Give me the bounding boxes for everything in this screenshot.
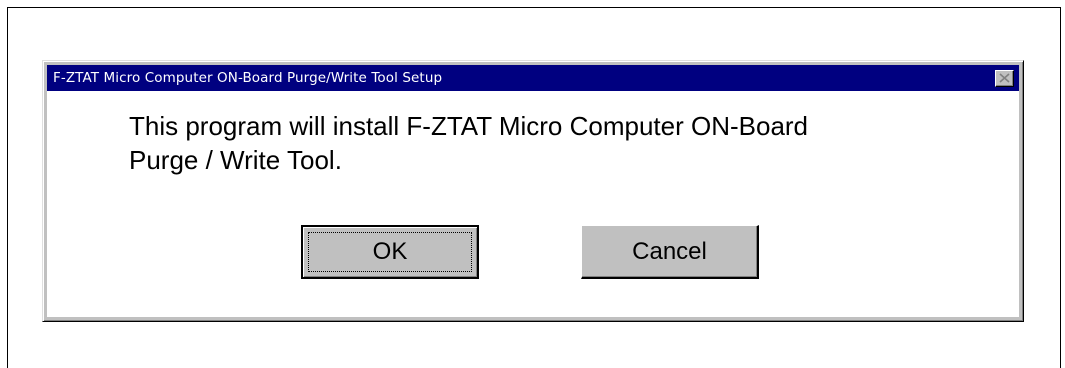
dialog-content: This program will install F-ZTAT Micro C…: [47, 91, 1019, 317]
install-message: This program will install F-ZTAT Micro C…: [129, 109, 979, 177]
cancel-button[interactable]: Cancel: [581, 225, 759, 279]
ok-button[interactable]: OK: [301, 225, 479, 279]
ok-button-label: OK: [372, 238, 408, 265]
message-line-2: Purge / Write Tool.: [129, 145, 342, 175]
close-icon: [999, 73, 1010, 83]
setup-dialog: F-ZTAT Micro Computer ON-Board Purge/Wri…: [42, 60, 1024, 322]
dialog-title: F-ZTAT Micro Computer ON-Board Purge/Wri…: [53, 70, 443, 86]
message-line-1: This program will install F-ZTAT Micro C…: [129, 111, 809, 141]
cancel-button-label: Cancel: [632, 237, 707, 265]
title-bar[interactable]: F-ZTAT Micro Computer ON-Board Purge/Wri…: [47, 65, 1019, 91]
close-button[interactable]: [995, 69, 1014, 87]
